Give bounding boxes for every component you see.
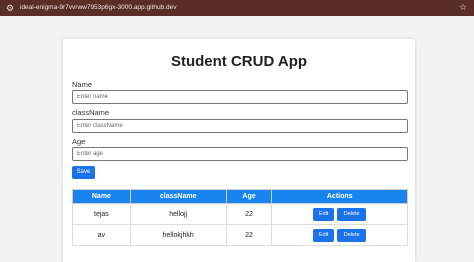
name-input[interactable]	[72, 90, 408, 104]
table-header-row: Name className Age Actions	[72, 189, 408, 204]
name-label: Name	[72, 80, 93, 89]
cell-name: av	[72, 224, 131, 246]
cell-actions: Edit Delete	[271, 203, 408, 225]
cell-actions: Edit Delete	[271, 224, 408, 246]
app-card: Student CRUD App Name className Age Save…	[63, 39, 415, 262]
table-row: tejas hellojj 22 Edit Delete	[72, 203, 408, 225]
cell-age: 22	[225, 203, 273, 225]
edit-button[interactable]: Edit	[313, 207, 335, 221]
header-classname: className	[129, 189, 227, 204]
bookmark-star-icon[interactable]: ☆	[459, 2, 467, 13]
students-table: Name className Age Actions tejas hellojj…	[72, 189, 408, 246]
header-name: Name	[72, 189, 131, 204]
url-text[interactable]: ideal-enigma-9r7vvrww7953p6gx-3000.app.g…	[20, 3, 176, 13]
browser-address-bar: ⚙ ideal-enigma-9r7vvrww7953p6gx-3000.app…	[0, 0, 474, 16]
cell-classname: hellokjhkh	[129, 224, 227, 246]
classname-input[interactable]	[72, 119, 408, 133]
age-input[interactable]	[72, 147, 408, 161]
table-row: av hellokjhkh 22 Edit Delete	[72, 224, 408, 246]
delete-button[interactable]: Delete	[337, 228, 367, 242]
classname-label: className	[72, 108, 110, 117]
save-button[interactable]: Save	[72, 166, 95, 179]
cell-name: tejas	[72, 203, 131, 225]
age-label: Age	[72, 137, 86, 146]
site-settings-icon[interactable]: ⚙	[5, 3, 15, 13]
header-actions: Actions	[271, 189, 408, 204]
delete-button[interactable]: Delete	[337, 207, 367, 221]
page-title: Student CRUD App	[170, 53, 308, 70]
edit-button[interactable]: Edit	[313, 228, 335, 242]
header-age: Age	[225, 189, 273, 204]
cell-classname: hellojj	[129, 203, 227, 225]
cell-age: 22	[225, 224, 273, 246]
